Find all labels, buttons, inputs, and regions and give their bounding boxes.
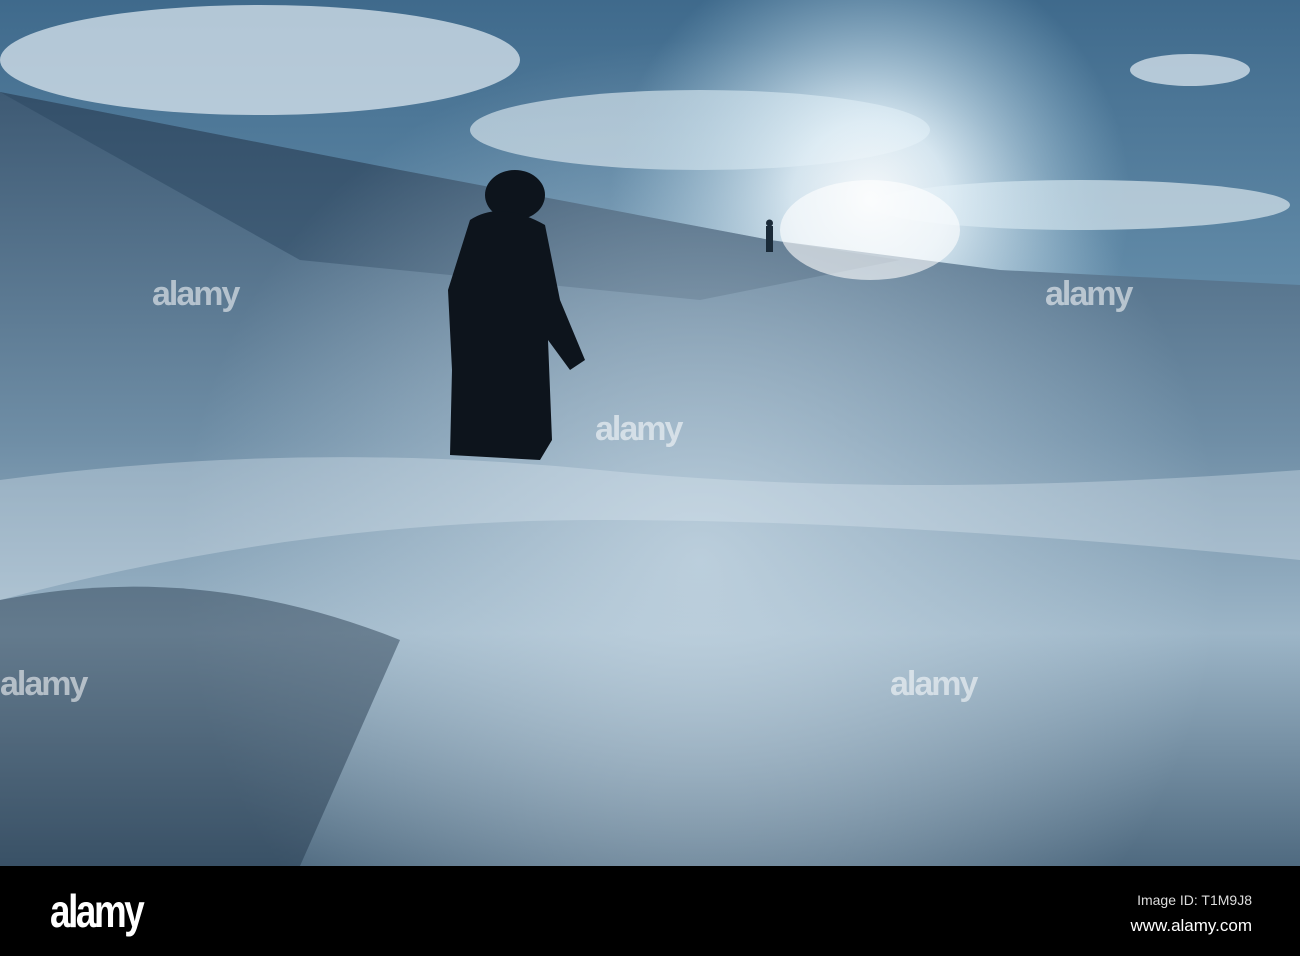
watermark: alamy <box>1045 275 1133 313</box>
alamy-logo: alamy <box>50 885 145 937</box>
website-link[interactable]: www.alamy.com <box>1130 916 1252 936</box>
watermark: alamy <box>595 410 683 448</box>
stock-photo-page: alamy alamy alamy alamy alamy alamy Imag… <box>0 0 1300 956</box>
image-id: Image ID: T1M9J8 <box>1137 892 1252 908</box>
footer-bar: alamy Image ID: T1M9J8 www.alamy.com <box>0 866 1300 956</box>
watermark: alamy <box>0 665 88 703</box>
watermark: alamy <box>890 665 978 703</box>
distant-hiker-silhouette <box>766 219 773 252</box>
watermark: alamy <box>152 275 240 313</box>
